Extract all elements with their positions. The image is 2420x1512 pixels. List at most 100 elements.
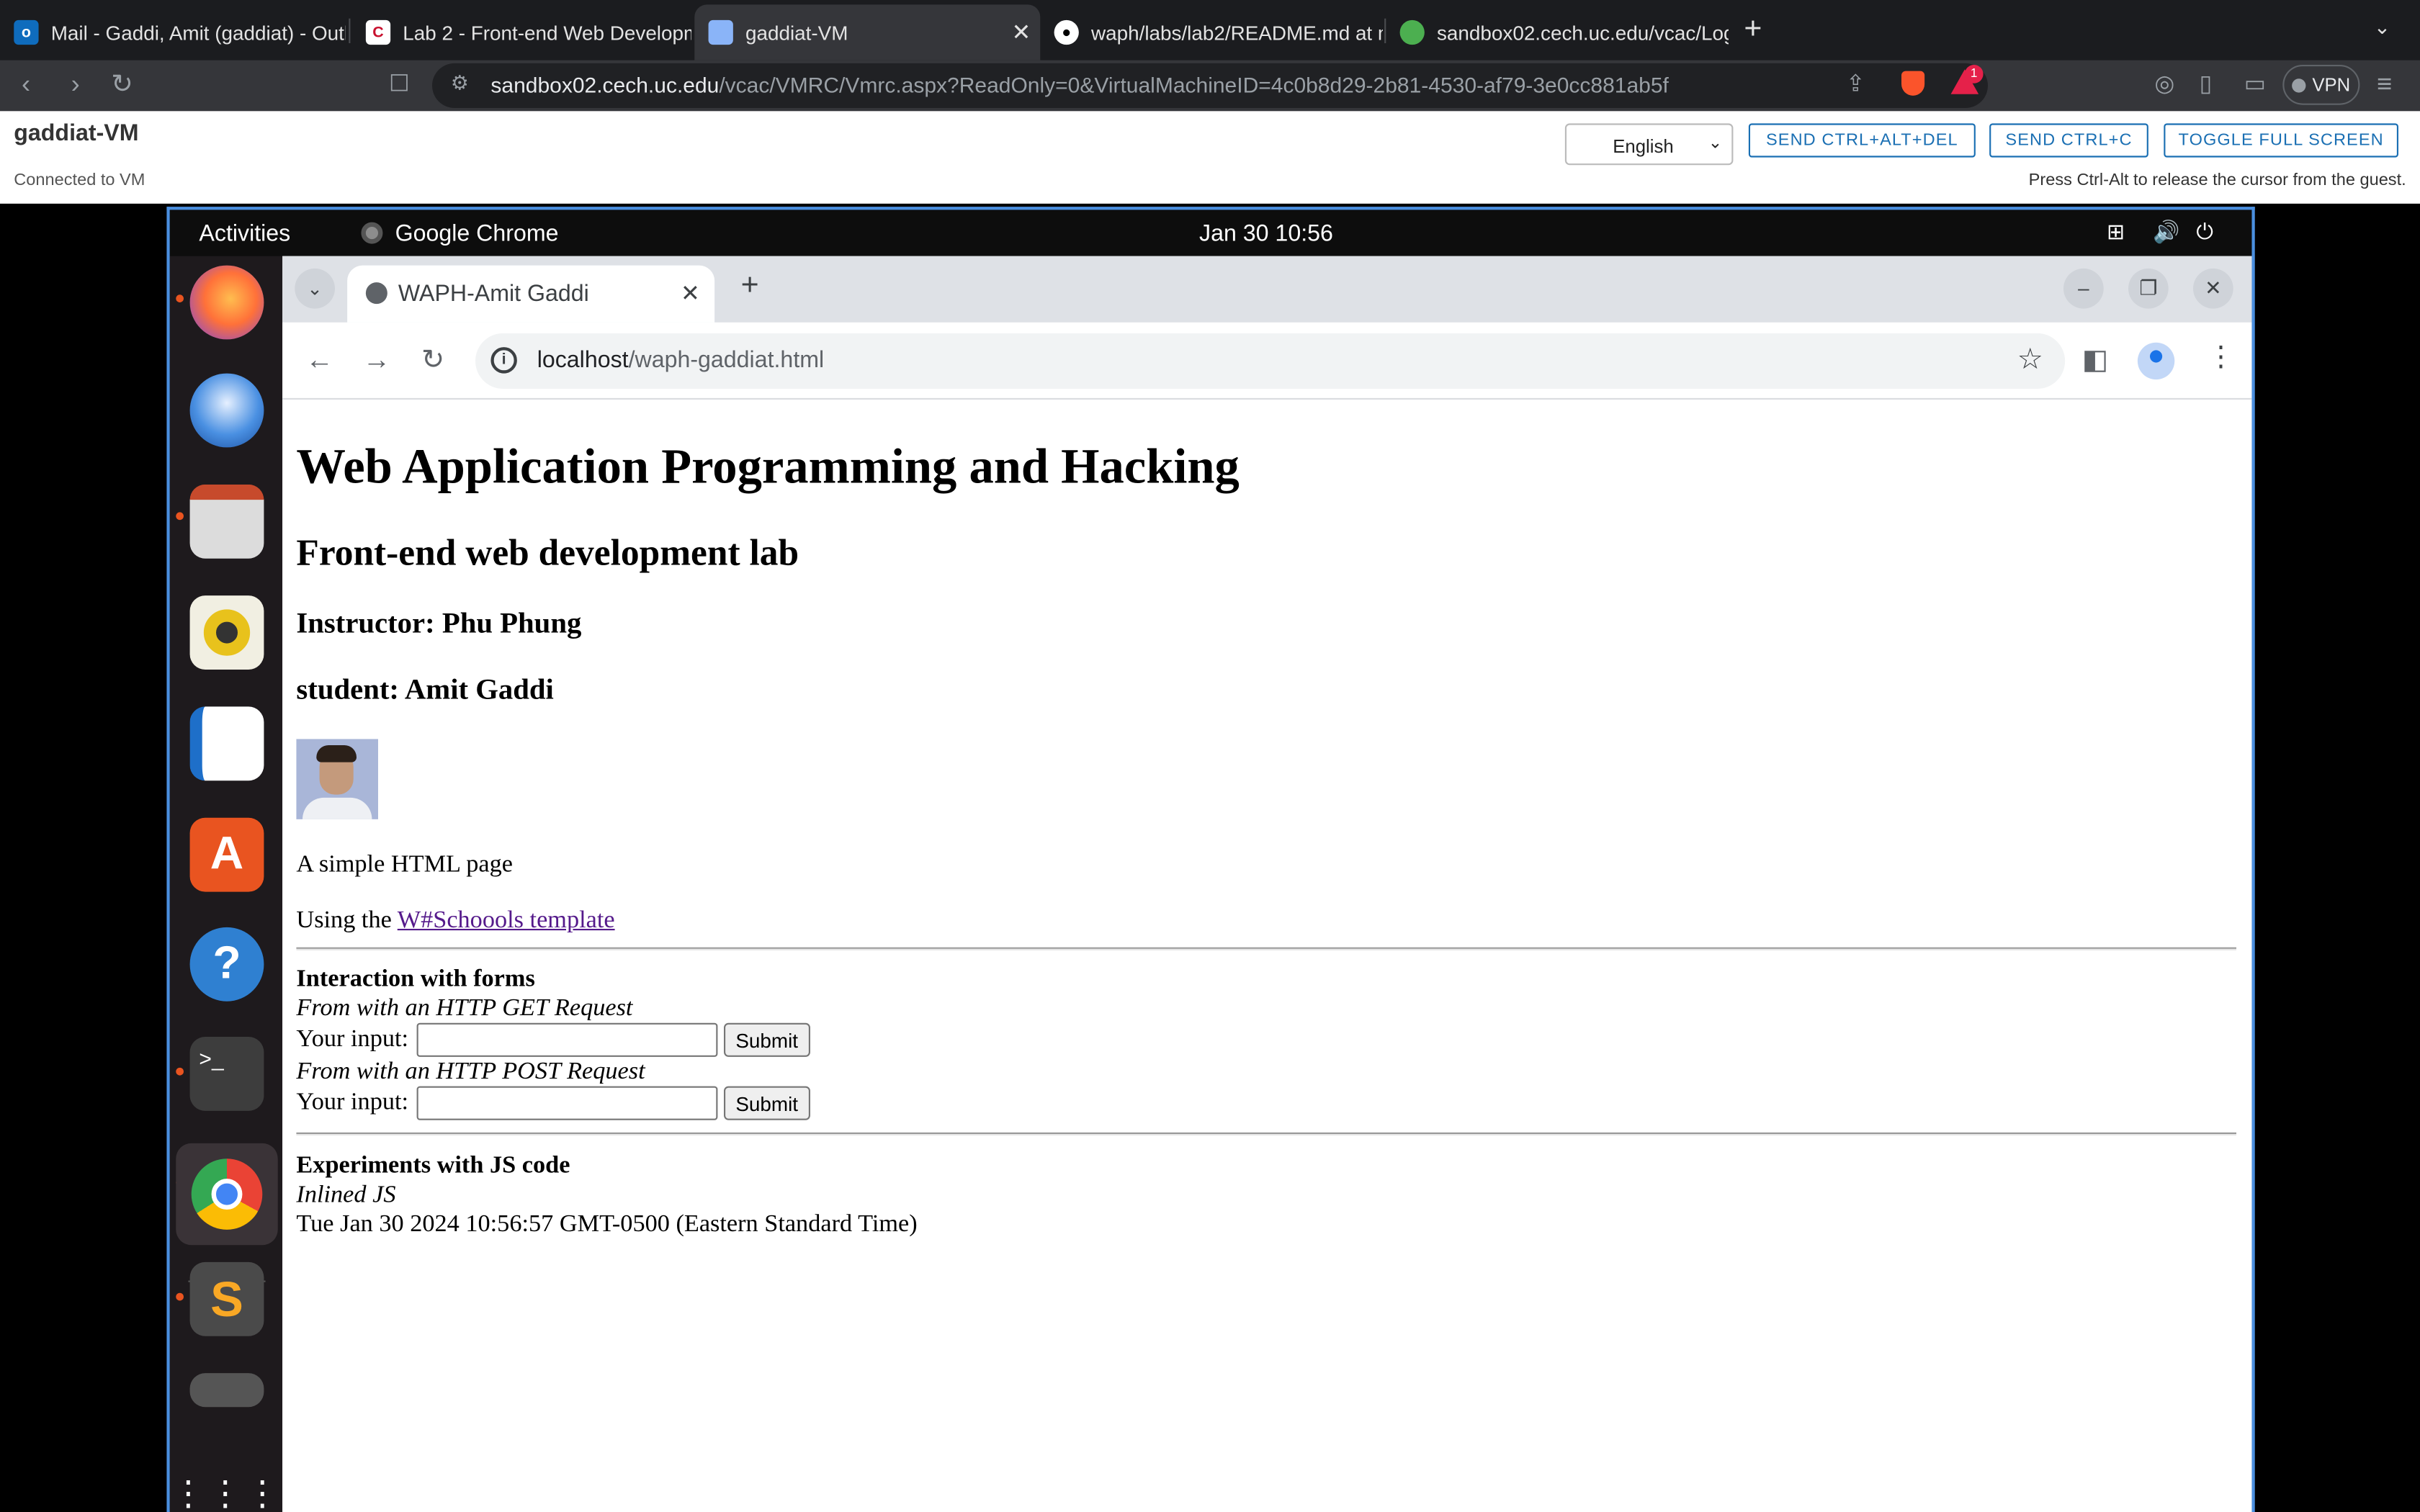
app-menu[interactable]: Google Chrome bbox=[395, 220, 559, 246]
vpn-label: VPN bbox=[2312, 73, 2351, 96]
info-icon[interactable]: i bbox=[490, 347, 517, 374]
power-icon[interactable]: ⏻ bbox=[2196, 219, 2213, 245]
forward-icon[interactable]: → bbox=[363, 344, 391, 377]
writer-icon[interactable] bbox=[189, 706, 264, 781]
get-input-label: Your input: bbox=[296, 1026, 409, 1053]
chrome-icon[interactable] bbox=[176, 1143, 278, 1246]
send-ctrl-c-button[interactable]: SEND CTRL+C bbox=[1989, 123, 2148, 158]
screen: o Mail - Gaddi, Amit (gaddiat) - Outlook… bbox=[0, 0, 2420, 1512]
photo-shirt bbox=[302, 797, 372, 819]
running-indicator bbox=[176, 1067, 184, 1076]
simple-page-text: A simple HTML page bbox=[296, 851, 514, 878]
vpn-button[interactable]: VPN bbox=[2282, 65, 2360, 105]
app-grid-icon[interactable]: ⋮⋮⋮ bbox=[171, 1457, 279, 1512]
side-panel-icon[interactable]: ◧ bbox=[2082, 344, 2108, 377]
tab-search-chevron-icon[interactable]: ⌄ bbox=[2374, 15, 2390, 40]
minimize-icon[interactable]: – bbox=[2063, 268, 2104, 309]
guest-tab[interactable]: WAPH-Amit Gaddi ✕ bbox=[347, 265, 715, 323]
restore-icon[interactable]: ❐ bbox=[2128, 268, 2169, 309]
running-indicator bbox=[176, 512, 184, 521]
reload-icon[interactable]: ↻ bbox=[111, 69, 133, 100]
back-icon[interactable]: ‹ bbox=[22, 69, 30, 100]
kebab-menu-icon[interactable]: ⋮ bbox=[2207, 341, 2235, 374]
host-tab-github[interactable]: ● waph/labs/lab2/README.md at main bbox=[1040, 4, 1383, 60]
new-tab-icon[interactable]: + bbox=[741, 269, 759, 304]
host-tab-vm[interactable]: gaddiat-VM ✕ bbox=[694, 4, 1041, 60]
guest-tab-strip: ⌄ WAPH-Amit Gaddi ✕ + – ❐ ✕ bbox=[282, 256, 2252, 323]
drive-icon[interactable] bbox=[189, 1373, 264, 1408]
vmrc-header: gaddiat-VM Connected to VM English ⌄ SEND… bbox=[0, 111, 2420, 204]
template-link[interactable]: W#Schoools template bbox=[398, 907, 615, 933]
site-settings-icon[interactable]: ⚙ bbox=[451, 71, 469, 96]
rhythmbox-icon[interactable] bbox=[189, 595, 264, 670]
post-input[interactable] bbox=[416, 1086, 717, 1120]
host-tab-lab2[interactable]: C Lab 2 - Front-end Web Development bbox=[352, 4, 691, 60]
sidebar-icon[interactable]: ▯ bbox=[2200, 69, 2213, 97]
share-icon[interactable]: ⇪ bbox=[1846, 69, 1865, 97]
clock[interactable]: Jan 30 10:56 bbox=[1199, 220, 1333, 246]
send-ctrl-alt-del-button[interactable]: SEND CTRL+ALT+DEL bbox=[1748, 123, 1976, 158]
using-prefix: Using the bbox=[296, 907, 398, 934]
running-indicator bbox=[176, 294, 184, 302]
new-tab-icon[interactable]: + bbox=[1744, 12, 1762, 48]
profile-avatar[interactable] bbox=[2137, 342, 2175, 380]
star-icon[interactable]: ☆ bbox=[2017, 343, 2044, 378]
host-tab-title: Mail - Gaddi, Amit (gaddiat) - Outlook bbox=[50, 20, 346, 45]
forward-icon[interactable]: › bbox=[71, 69, 80, 100]
back-icon[interactable]: ← bbox=[305, 344, 333, 377]
instructor-heading: Instructor: Phu Phung bbox=[296, 608, 582, 641]
language-select[interactable]: English ⌄ bbox=[1564, 123, 1734, 166]
terminal-icon[interactable]: >_ bbox=[189, 1037, 264, 1111]
volume-icon[interactable]: 🔊 bbox=[2153, 219, 2179, 245]
help-icon[interactable]: ? bbox=[189, 927, 264, 1002]
rhythmbox-disc bbox=[203, 609, 251, 656]
close-tab-icon[interactable]: ✕ bbox=[1011, 19, 1031, 46]
url-host: localhost bbox=[537, 347, 629, 374]
guest-url: localhost/waph-gaddiat.html bbox=[537, 347, 824, 373]
post-submit-button[interactable]: Submit bbox=[723, 1086, 811, 1120]
toggle-fullscreen-button[interactable]: TOGGLE FULL SCREEN bbox=[2164, 123, 2398, 158]
page-heading: Web Application Programming and Hacking bbox=[296, 438, 1240, 494]
wallet-icon[interactable]: ▭ bbox=[2244, 69, 2266, 97]
thunderbird-icon[interactable] bbox=[189, 373, 264, 448]
host-address-bar[interactable]: ⚙ sandbox02.cech.uc.edu/vcac/VMRC/Vmrc.a… bbox=[432, 63, 1988, 108]
host-url: sandbox02.cech.uc.edu/vcac/VMRC/Vmrc.asp… bbox=[490, 73, 1668, 97]
host-tab-outlook[interactable]: o Mail - Gaddi, Amit (gaddiat) - Outlook bbox=[0, 4, 346, 60]
close-tab-icon[interactable]: ✕ bbox=[681, 279, 700, 307]
close-window-icon[interactable]: ✕ bbox=[2193, 268, 2233, 309]
activities-button[interactable]: Activities bbox=[199, 220, 290, 246]
divider bbox=[296, 947, 2237, 950]
chevron-down-icon: ⌄ bbox=[1708, 134, 1723, 153]
leo-icon[interactable]: ◎ bbox=[2154, 69, 2174, 97]
get-submit-button[interactable]: Submit bbox=[723, 1022, 811, 1057]
post-form-label: From with an HTTP POST Request bbox=[296, 1058, 645, 1085]
files-icon[interactable] bbox=[189, 484, 264, 559]
gnome-top-bar: Activities Google Chrome Jan 30 10:56 ⊞ … bbox=[169, 210, 2252, 256]
reload-icon[interactable]: ↻ bbox=[421, 344, 444, 377]
firefox-icon[interactable] bbox=[189, 265, 264, 340]
host-toolbar: ‹ › ↻ ☐ ⚙ sandbox02.cech.uc.edu/vcac/VMR… bbox=[0, 60, 2420, 112]
get-input[interactable] bbox=[416, 1022, 717, 1057]
post-form: Your input: Submit bbox=[296, 1086, 811, 1120]
chrome-app-icon bbox=[361, 222, 383, 244]
tab-search-icon[interactable]: ⌄ bbox=[295, 268, 335, 309]
menu-icon[interactable]: ≡ bbox=[2377, 69, 2392, 100]
guest-address-bar[interactable]: i localhost/waph-gaddiat.html ☆ bbox=[475, 333, 2066, 389]
student-photo bbox=[296, 739, 378, 819]
language-value: English bbox=[1613, 135, 1674, 158]
url-path: /waph-gaddiat.html bbox=[628, 347, 825, 374]
bookmark-icon[interactable]: ☐ bbox=[389, 69, 410, 97]
url-path: /vcac/VMRC/Vmrc.aspx?ReadOnly=0&VirtualM… bbox=[719, 72, 1669, 97]
url-host: sandbox02.cech.uc.edu bbox=[490, 72, 720, 97]
post-input-label: Your input: bbox=[296, 1089, 409, 1116]
app-center-icon[interactable]: A bbox=[189, 817, 264, 892]
host-tab-logout[interactable]: sandbox02.cech.uc.edu/vcac/Logout bbox=[1386, 4, 1729, 60]
network-icon[interactable]: ⊞ bbox=[2107, 219, 2125, 245]
inlined-js-label: Inlined JS bbox=[296, 1182, 396, 1208]
vm-display[interactable]: Activities Google Chrome Jan 30 10:56 ⊞ … bbox=[166, 207, 2255, 1512]
brave-shield-icon[interactable] bbox=[1901, 71, 1925, 96]
host-tab-strip: o Mail - Gaddi, Amit (gaddiat) - Outlook… bbox=[0, 0, 2420, 60]
vpn-status-icon bbox=[2292, 78, 2306, 92]
github-icon: ● bbox=[1054, 19, 1079, 45]
sublime-text-icon[interactable]: S bbox=[189, 1261, 264, 1336]
